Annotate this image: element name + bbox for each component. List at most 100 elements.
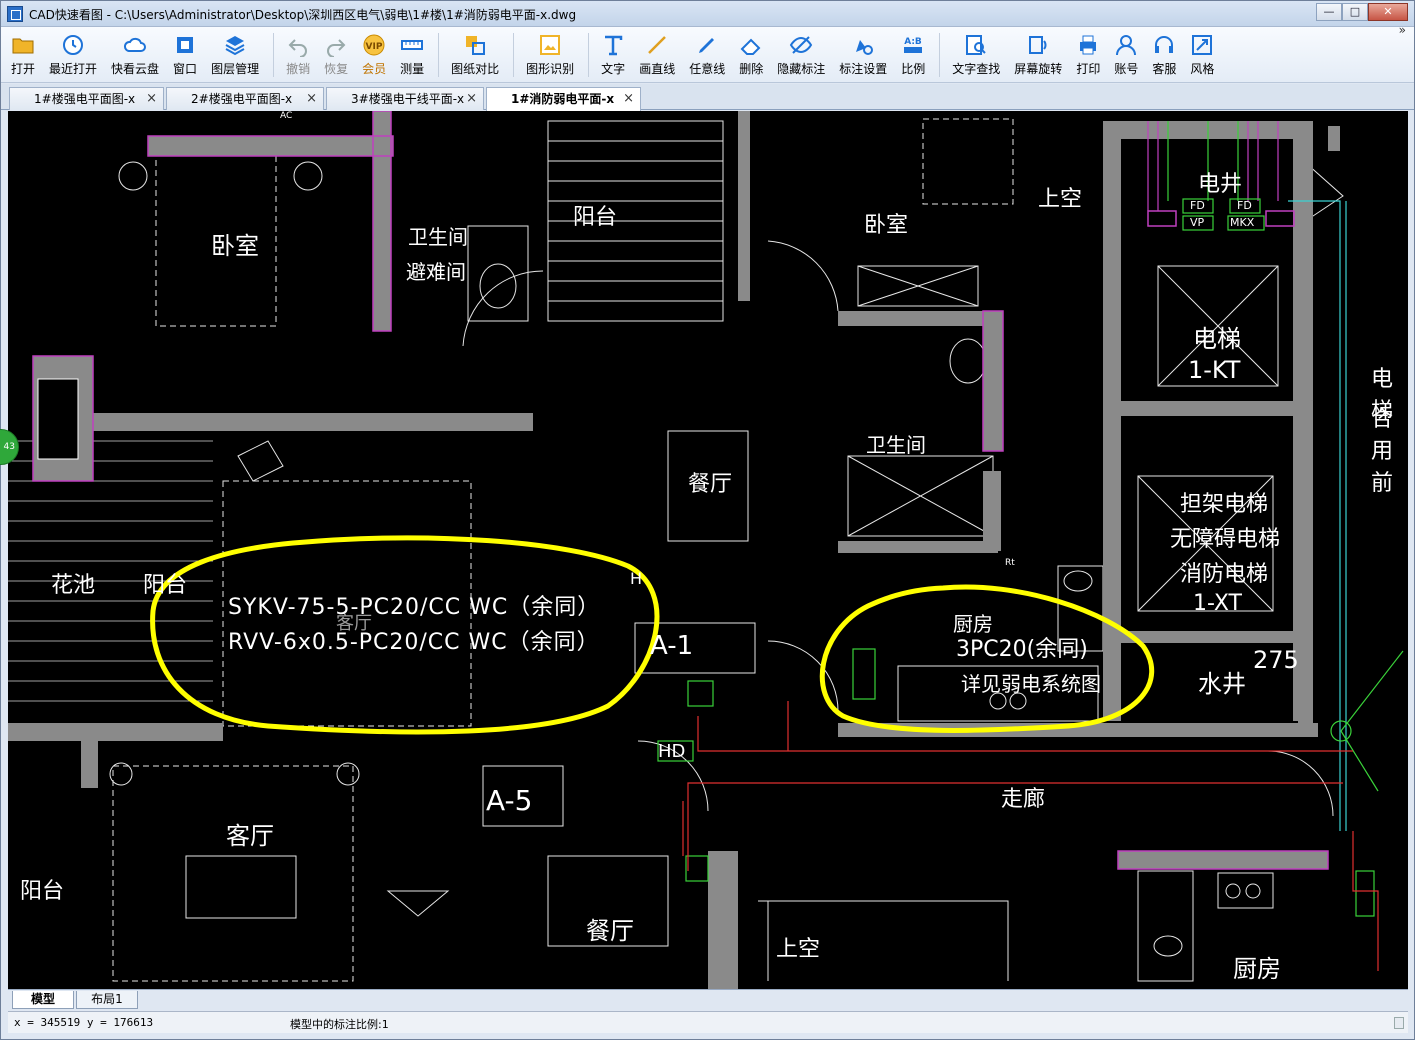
room-balcony-left: 阳台 [143, 573, 188, 598]
hide-eye-icon [789, 33, 813, 57]
layers-label: 图层管理 [211, 62, 260, 76]
service-button[interactable]: 客服 [1152, 27, 1176, 81]
measure-button[interactable]: 测量 [400, 27, 424, 81]
document-tab-bar: 1#楼强电平面图-x × 2#楼强电平面图-x × 3#楼强电干线平面-x × … [1, 84, 1414, 111]
folder-icon [11, 33, 35, 57]
room-void-top: 上空 [1038, 187, 1083, 212]
label-mkx: MKX [1230, 216, 1255, 229]
layout-tab-model[interactable]: 模型 [12, 991, 74, 1009]
room-elevator-right-2: 合用前 [1371, 407, 1394, 496]
annot-label: 标注设置 [839, 62, 888, 76]
layers-button[interactable]: 图层管理 [211, 27, 259, 81]
tab-1-strong-plan[interactable]: 1#楼强电平面图-x × [9, 87, 164, 110]
room-dining-mid: 餐厅 [688, 472, 733, 497]
app-window: CAD快速看图 - C:\Users\Administrator\Desktop… [0, 0, 1415, 1040]
room-bathroom-mid: 卫生间 [866, 433, 926, 457]
main-toolbar: 打开 最近打开 快看云盘 窗口 图层管理 撤销 恢复 VIP 会员 测量 图纸对比 图形识别 文字 画直线… [1, 27, 1414, 83]
cloud-button[interactable]: 快看云盘 [111, 27, 159, 81]
headset-icon [1152, 33, 1176, 57]
hide-button[interactable]: 隐藏标注 [777, 27, 825, 81]
service-label: 客服 [1152, 62, 1177, 76]
recognize-button[interactable]: 图形识别 [526, 27, 574, 81]
hide-label: 隐藏标注 [777, 62, 826, 76]
stretcher-code: 1-XT [1193, 591, 1242, 616]
freeline-button[interactable]: 任意线 [689, 27, 725, 81]
title-bar: CAD快速看图 - C:\Users\Administrator\Desktop… [1, 1, 1414, 27]
window-button[interactable]: 窗口 [173, 27, 197, 81]
status-bar: x = 345519 y = 176613 模型中的标注比例:1 [8, 1011, 1408, 1033]
minimize-button[interactable]: — [1316, 3, 1342, 21]
drawing-text-layer: 卧室 卫生间 避难间 阳台 卧室 上空 电井 FD FD VP MKX AC 电… [8, 111, 1408, 989]
style-button[interactable]: 风格 [1190, 27, 1214, 81]
resize-grip[interactable] [1394, 1017, 1404, 1029]
undo-button[interactable]: 撤销 [286, 27, 310, 81]
redo-label: 恢复 [324, 62, 349, 76]
ratio-button[interactable]: A:B 比例 [901, 27, 925, 81]
elevator-code: 1-KT [1188, 356, 1241, 384]
compare-label: 图纸对比 [451, 62, 500, 76]
maximize-button[interactable]: □ [1342, 3, 1368, 21]
label-cable-spec-1: SYKV-75-5-PC20/CC WC（余同） [228, 595, 601, 620]
find-button[interactable]: 文字查找 [952, 27, 1000, 81]
undo-icon [286, 33, 310, 57]
toolbar-more-button[interactable]: » [1399, 23, 1406, 37]
tab-label: 1#楼强电平面图-x [34, 92, 136, 106]
line-button[interactable]: 画直线 [639, 27, 675, 81]
user-icon [1114, 33, 1138, 57]
ratio-icon: A:B [901, 33, 925, 57]
toolbar-separator [939, 33, 941, 77]
style-label: 风格 [1190, 62, 1215, 76]
ruler-icon [400, 33, 424, 57]
recent-button[interactable]: 最近打开 [49, 27, 97, 81]
room-bedroom-top-right: 卧室 [864, 213, 909, 238]
tab-close-icon[interactable]: × [466, 88, 477, 110]
freeline-label: 任意线 [689, 62, 726, 76]
recent-label: 最近打开 [49, 62, 98, 76]
delete-button[interactable]: 删除 [739, 27, 763, 81]
style-icon [1190, 33, 1214, 57]
tab-fire-weak-plan[interactable]: 1#消防弱电平面-x × [486, 87, 641, 111]
close-button[interactable]: ✕ [1368, 3, 1408, 21]
text-button[interactable]: 文字 [601, 27, 625, 81]
text-label: 文字 [601, 62, 626, 76]
open-button[interactable]: 打开 [11, 27, 35, 81]
account-label: 账号 [1114, 62, 1139, 76]
rotate-label: 屏幕旋转 [1014, 62, 1063, 76]
print-button[interactable]: 打印 [1076, 27, 1100, 81]
svg-text:VIP: VIP [366, 42, 383, 52]
compare-button[interactable]: 图纸对比 [451, 27, 499, 81]
room-balcony-top: 阳台 [573, 205, 618, 230]
label-ac: AC [280, 111, 293, 121]
label-unit-a5: A-5 [486, 784, 533, 817]
tab-close-icon[interactable]: × [146, 88, 157, 110]
tab-2-strong-plan[interactable]: 2#楼强电平面图-x × [166, 87, 324, 110]
tab-label: 3#楼强电干线平面-x [351, 92, 465, 106]
cad-drawing-canvas[interactable]: 卧室 卫生间 避难间 阳台 卧室 上空 电井 FD FD VP MKX AC 电… [8, 111, 1408, 989]
room-stretcher-3: 消防电梯 [1180, 562, 1269, 587]
layout-tab-bar: 模型 布局1 [8, 989, 1408, 1009]
vip-button[interactable]: VIP 会员 [362, 27, 386, 81]
tab-close-icon[interactable]: × [623, 88, 634, 110]
label-hd: HD [658, 741, 686, 762]
compare-icon [463, 33, 487, 57]
annotation-scale-text: 模型中的标注比例:1 [290, 1018, 389, 1031]
toolbar-separator [438, 33, 440, 77]
room-living-bottom: 客厅 [226, 822, 274, 850]
room-kitchen-bottom: 厨房 [1233, 955, 1281, 983]
line-label: 画直线 [639, 62, 676, 76]
vip-label: 会员 [362, 62, 387, 76]
layout-tab-layout1[interactable]: 布局1 [76, 991, 138, 1009]
ratio-label: 比例 [901, 62, 926, 76]
open-label: 打开 [11, 62, 36, 76]
cloud-icon [123, 33, 147, 57]
rotate-button[interactable]: 屏幕旋转 [1014, 27, 1062, 81]
tab-close-icon[interactable]: × [306, 88, 317, 110]
redo-button[interactable]: 恢复 [324, 27, 348, 81]
room-water-shaft: 水井 [1198, 670, 1246, 698]
annot-button[interactable]: 标注设置 [839, 27, 887, 81]
tab-label: 1#消防弱电平面-x [511, 92, 615, 106]
eraser-icon [739, 33, 763, 57]
account-button[interactable]: 账号 [1114, 27, 1138, 81]
tab-3-strong-trunk[interactable]: 3#楼强电干线平面-x × [326, 87, 484, 110]
cloud-label: 快看云盘 [111, 62, 160, 76]
